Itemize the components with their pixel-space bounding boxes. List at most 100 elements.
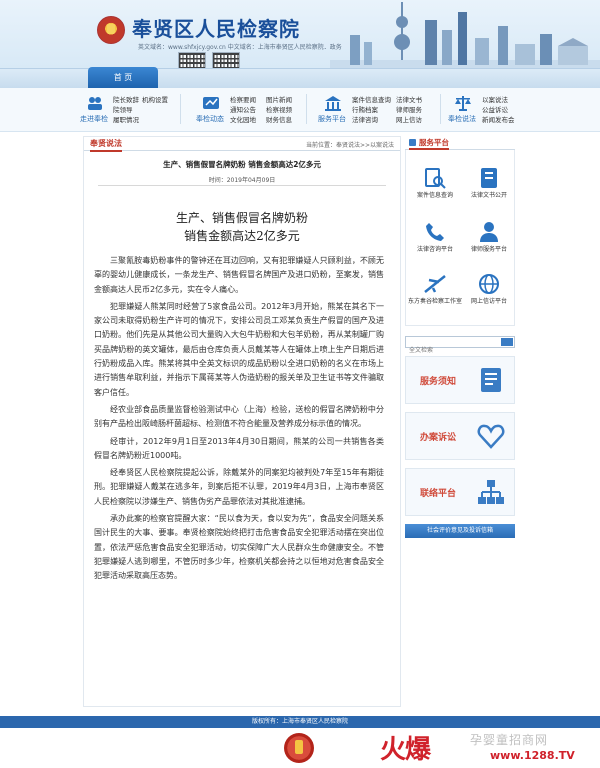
quicklink-item[interactable]: 院长致辞 (113, 95, 143, 105)
service-item-case-query[interactable]: 案件信息查询 (408, 166, 462, 200)
watermark-url: www.1288.TV (490, 749, 575, 762)
lawyer-icon (480, 222, 498, 242)
procuratorate-emblem-icon (97, 16, 125, 44)
service-label: 律师服务平台 (470, 246, 507, 253)
quicklink-item[interactable]: 法律文书 (396, 95, 436, 105)
feedback-mailbox-button[interactable]: 社会评价意见及投诉信箱 (405, 524, 515, 538)
headline-line: 销售金额高达2亿多元 (184, 229, 300, 243)
quicklink-item[interactable]: 律师服务 (396, 105, 436, 115)
service-item-consult[interactable]: 法律咨询平台 (408, 220, 462, 254)
globe-icon (479, 274, 499, 294)
watermark-logo: 火爆 (380, 735, 431, 765)
service-grid: 案件信息查询 法律文书公开 法律咨询平台 律师服务平台 东方奏谷检察工作室 网上… (405, 150, 515, 326)
quicklink-item[interactable]: 机构设置 (142, 95, 174, 105)
article-paragraph: 经审计，2012年9月1日至2013年4月30日期间，熊某的公司一共销售各类假冒… (94, 436, 384, 460)
card-label: 服务须知 (420, 377, 457, 387)
service-label: 法律咨询平台 (416, 246, 453, 253)
quicklink-item[interactable]: 文化园地 (230, 115, 264, 125)
quicklink-item[interactable]: 图片新闻 (266, 95, 300, 105)
network-icon (478, 480, 504, 504)
people-icon (88, 97, 102, 110)
quicklink-item[interactable]: 案件信息查询 (352, 95, 394, 105)
quicklink-list: 检察要闻 通知公告 文化园地 (230, 95, 264, 125)
divider (306, 94, 307, 124)
article-paragraph: 承办此案的检察官提醒大家：“民以食为天，食以安为先”，食品安全问题关系国计民生的… (94, 514, 384, 581)
service-item-studio[interactable]: 东方奏谷检察工作室 (408, 272, 462, 306)
article-body: 三聚氰胺毒奶粉事件的警钟还在耳边回响，又有犯罪嫌疑人只顾利益，不顾无辜的婴幼儿健… (84, 254, 400, 587)
card-contact[interactable]: 联络平台 (405, 468, 515, 516)
sidebar: 服务平台 案件信息查询 法律文书公开 法律咨询平台 律师服务平台 东方奏谷检察工… (405, 136, 515, 538)
fulltext-search (405, 336, 515, 356)
quicklink-item[interactable]: 检察视频 (266, 105, 300, 115)
quicklink-caption[interactable]: 奉检动态 (196, 114, 224, 124)
article-paragraph: 经奉贤区人民检察院提起公诉，除戴某外的同案犯均被判处7年至15年有期徒刑。犯罪嫌… (94, 468, 384, 506)
site-title[interactable]: 奉贤区人民检察院 (132, 13, 300, 42)
service-item-petition[interactable]: 网上信访平台 (462, 272, 516, 306)
section-tab[interactable]: 奉贤说法 (90, 138, 122, 152)
service-label: 网上信访平台 (470, 298, 507, 305)
quicklink-item[interactable]: 履职情况 (113, 115, 143, 125)
article-title: 生产、销售假冒名牌奶粉 销售金额高达2亿多元 (163, 160, 321, 169)
quicklink-item[interactable]: 院领导 (113, 105, 143, 115)
quicklink-item[interactable]: 通知公告 (230, 105, 264, 115)
quicklink-list: 案件信息查询 行贿档案 法律咨询 (352, 95, 394, 125)
divider (98, 185, 386, 186)
quicklink-item[interactable]: 网上信访 (396, 115, 436, 125)
quicklink-caption[interactable]: 服务平台 (318, 114, 346, 124)
article-panel: 奉贤说法 当前位置：奉贤说法>>以案说法 生产、销售假冒名牌奶粉 销售金额高达2… (83, 136, 401, 707)
quick-links-band: 走进奉检 院长致辞 院领导 履职情况 机构设置 奉检动态 检察要闻 通知公告 文… (0, 88, 600, 132)
procuratorate-badge-icon (284, 733, 314, 763)
service-label: 东方奏谷检察工作室 (408, 298, 463, 305)
book-icon (481, 168, 497, 188)
plane-icon (424, 275, 446, 293)
card-litigation[interactable]: 办案诉讼 (405, 412, 515, 460)
breadcrumb[interactable]: 当前位置：奉贤说法>>以案说法 (306, 140, 394, 149)
card-label: 联络平台 (420, 489, 457, 499)
heart-hands-icon (477, 424, 505, 449)
domain-info: 英文域名：www.shfxjcy.gov.cn 中文域名：上海市奉贤区人民检察院… (138, 44, 342, 51)
quicklink-list: 院长致辞 院领导 履职情况 (113, 95, 143, 125)
quicklink-list: 法律文书 律师服务 网上信访 (396, 95, 436, 125)
service-label: 案件信息查询 (416, 192, 453, 199)
quicklink-list: 以案说法 公益诉讼 新闻发布会 (482, 95, 528, 125)
article-time: 时间：2019年04月09日 (208, 177, 276, 184)
quicklink-item[interactable]: 财务信息 (266, 115, 300, 125)
quicklink-list: 机构设置 (142, 95, 174, 105)
card-label: 办案诉讼 (420, 433, 457, 443)
quicklink-item[interactable]: 法律咨询 (352, 115, 394, 125)
service-item-documents[interactable]: 法律文书公开 (462, 166, 516, 200)
notice-icon (481, 368, 501, 392)
article-paragraph: 犯罪嫌疑人熊某同时经营了5家食品公司。2012年3月开始，熊某在其名下一家公司未… (94, 301, 384, 397)
card-service-notice[interactable]: 服务须知 (405, 356, 515, 404)
building-icon (325, 96, 341, 111)
document-search-icon (425, 168, 446, 189)
article-panel-header: 奉贤说法 当前位置：奉贤说法>>以案说法 (84, 137, 400, 152)
service-item-lawyer[interactable]: 律师服务平台 (462, 220, 516, 254)
headline-line: 生产、销售假冒名牌奶粉 (175, 211, 308, 225)
search-input[interactable] (406, 345, 496, 356)
site-header: 奉贤区人民检察院 英文域名：www.shfxjcy.gov.cn 中文域名：上海… (0, 0, 600, 88)
quicklink-group-intro: 走进奉检 院长致辞 院领导 履职情况 机构设置 (80, 93, 180, 127)
quicklink-caption[interactable]: 走进奉检 (80, 114, 108, 124)
quicklink-item[interactable]: 新闻发布会 (482, 115, 528, 125)
divider (180, 94, 181, 124)
quicklink-item[interactable]: 以案说法 (482, 95, 528, 105)
search-button[interactable] (501, 338, 513, 346)
article-paragraph: 三聚氰胺毒奶粉事件的警钟还在耳边回响，又有犯罪嫌疑人只顾利益，不顾无辜的婴幼儿健… (94, 256, 384, 294)
quicklink-item[interactable]: 公益诉讼 (482, 105, 528, 115)
service-label: 法律文书公开 (470, 192, 507, 199)
quicklink-item[interactable]: 行贿档案 (352, 105, 394, 115)
service-panel-header: 服务平台 (405, 136, 515, 150)
quicklink-item[interactable]: 检察要闻 (230, 95, 264, 105)
service-panel-title: 服务平台 (409, 137, 449, 150)
divider (440, 94, 441, 124)
article-headline: 生产、销售假冒名牌奶粉 销售金额高达2亿多元 (84, 209, 400, 245)
article-paragraph: 经农业部食品质量监督检验测试中心（上海）检验，送检的假冒名牌奶粉中分别有产品检出… (94, 404, 384, 429)
quicklink-caption[interactable]: 奉检说法 (448, 114, 476, 124)
watermark-text: 孕婴童招商网 (470, 733, 549, 747)
nav-home-tab[interactable]: 首 页 (88, 67, 158, 88)
quicklink-group-news: 奉检动态 检察要闻 通知公告 文化园地 图片新闻 检察视频 财务信息 (196, 93, 306, 127)
quicklink-list: 图片新闻 检察视频 财务信息 (266, 95, 300, 125)
scales-icon (455, 96, 471, 111)
quicklink-group-law: 奉检说法 以案说法 公益诉讼 新闻发布会 (448, 93, 528, 127)
